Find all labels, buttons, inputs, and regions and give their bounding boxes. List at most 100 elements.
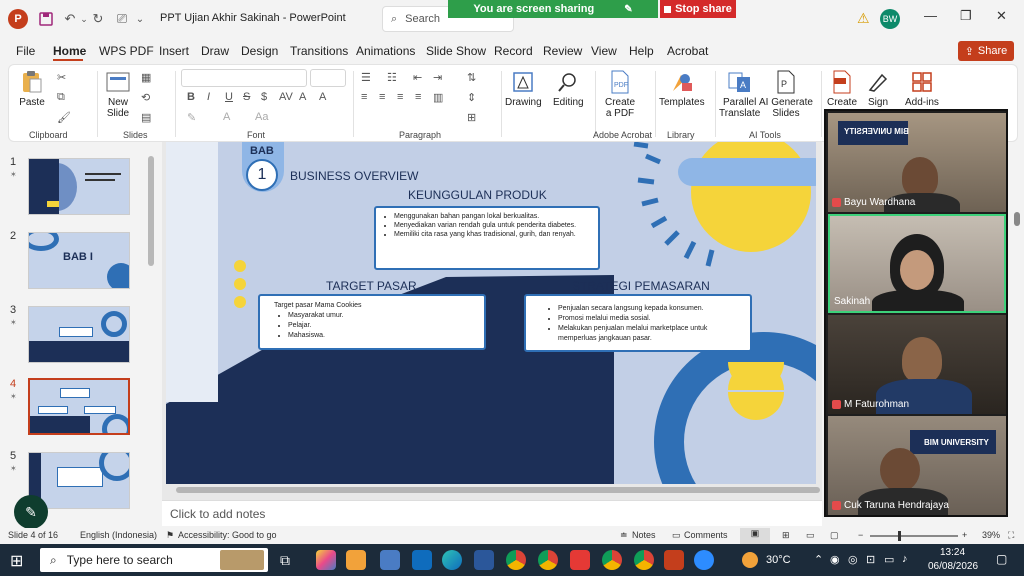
user-avatar[interactable]: BW (880, 9, 900, 29)
addins-button[interactable]: Add-ins (905, 69, 939, 108)
notes-button[interactable]: Notes (632, 530, 656, 540)
paste-button[interactable]: Paste (19, 69, 45, 108)
horizontal-scrollbar[interactable] (176, 487, 820, 493)
numbering-icon[interactable]: ☷ (387, 71, 397, 84)
temperature[interactable]: 30°C (766, 554, 791, 566)
align-center-icon[interactable]: ≡ (379, 91, 385, 103)
zoom-level[interactable]: 39% (982, 530, 1000, 540)
templates-button[interactable]: Templates (659, 69, 705, 108)
slideshow-view-icon[interactable]: ▢ (830, 530, 839, 541)
strikethrough-icon[interactable]: S (243, 91, 250, 103)
bullets-icon[interactable]: ☰ (361, 71, 371, 84)
reading-view-icon[interactable]: ▭ (806, 530, 815, 541)
save-icon[interactable] (36, 9, 56, 29)
participant-tile[interactable]: BIM UNIVERSITY Cuk Taruna Hendrajaya (828, 416, 1006, 515)
outlook-icon[interactable] (412, 550, 432, 570)
font-size-dropdown[interactable] (310, 69, 346, 87)
align-right-icon[interactable]: ≡ (397, 91, 403, 103)
decrease-font-icon[interactable]: A (319, 91, 326, 103)
weather-icon[interactable] (742, 552, 758, 568)
chrome-icon[interactable] (602, 550, 622, 570)
align-left-icon[interactable]: ≡ (361, 91, 367, 103)
sign-button[interactable]: Sign (865, 69, 891, 108)
minimize-icon[interactable]: — (924, 8, 937, 23)
thumbnail-scrollbar[interactable] (148, 156, 154, 266)
drawing-button[interactable]: Drawing (505, 69, 542, 108)
change-case-icon[interactable]: Aa (255, 111, 268, 123)
tab-draw[interactable]: Draw (201, 44, 229, 58)
participant-tile[interactable]: M Faturohman (828, 315, 1006, 414)
reset-icon[interactable]: ⟲ (141, 91, 150, 104)
warning-icon[interactable]: ⚠ (857, 10, 870, 27)
tab-review[interactable]: Review (543, 44, 582, 58)
chrome-icon[interactable] (634, 550, 654, 570)
format-painter-icon[interactable]: 🖌 (57, 111, 71, 124)
create-button[interactable]: Create (827, 69, 857, 108)
chrome-icon[interactable] (506, 550, 526, 570)
ai-generate-slides-button[interactable]: P AI Generate Slides (759, 69, 813, 119)
zoom-slider[interactable] (870, 535, 958, 537)
underline-icon[interactable]: U (225, 91, 233, 103)
bold-icon[interactable]: B (187, 91, 195, 103)
task-view-icon[interactable]: ⧉ (280, 552, 290, 569)
main-slide[interactable]: BAB 1 BUSINESS OVERVIEW KEUNGGULAN PRODU… (166, 142, 816, 484)
italic-icon[interactable]: I (207, 91, 210, 103)
char-spacing-icon[interactable]: AV (279, 91, 293, 103)
shadow-icon[interactable]: $ (261, 91, 267, 103)
align-text-icon[interactable]: ⇕ (467, 91, 476, 104)
font-color-icon[interactable]: A (223, 111, 230, 123)
slide-sorter-icon[interactable]: ⊞ (782, 530, 790, 541)
store-icon[interactable] (380, 550, 400, 570)
share-button[interactable]: ⇪ Share (958, 41, 1014, 61)
slide-thumbnail-1[interactable] (28, 158, 130, 215)
windows-start-icon[interactable]: ⊞ (10, 551, 23, 571)
cut-icon[interactable]: ✂ (57, 71, 66, 84)
text-direction-icon[interactable]: ⇅ (467, 71, 476, 84)
zoom-slider-thumb[interactable] (898, 531, 901, 541)
notes-pane[interactable]: Click to add notes (162, 500, 822, 526)
slide-thumbnail-3[interactable] (28, 306, 130, 363)
chrome-icon[interactable] (538, 550, 558, 570)
slide-thumbnail-4[interactable] (28, 378, 130, 435)
tab-wps-pdf[interactable]: WPS PDF (99, 44, 154, 58)
tab-acrobat[interactable]: Acrobat (667, 44, 708, 58)
tab-record[interactable]: Record (494, 44, 533, 58)
clock-date[interactable]: 06/08/2026 (928, 561, 978, 572)
clock-time[interactable]: 13:24 (940, 547, 965, 558)
strategi-box[interactable]: Penjualan secara langsung kepada konsume… (524, 294, 752, 352)
decrease-indent-icon[interactable]: ⇤ (413, 71, 422, 84)
accessibility-status[interactable]: Accessibility: Good to go (178, 530, 277, 540)
presenter-icon[interactable]: ⎚ (112, 9, 132, 29)
layout-icon[interactable]: ▦ (141, 71, 151, 84)
tray-app-icon[interactable]: ⊡ (866, 553, 875, 566)
speaker-icon[interactable]: ♪ (902, 553, 908, 565)
close-icon[interactable]: ✕ (996, 8, 1007, 24)
copy-icon[interactable]: ⧉ (57, 91, 65, 104)
create-pdf-button[interactable]: PDF Create a PDF (605, 69, 635, 119)
keunggulan-box[interactable]: Menggunakan bahan pangan lokal berkualit… (374, 206, 600, 270)
increase-font-icon[interactable]: A (299, 91, 306, 103)
tab-help[interactable]: Help (629, 44, 654, 58)
normal-view-icon[interactable]: ▣ (740, 528, 770, 544)
zoom-icon[interactable] (694, 550, 714, 570)
stop-share-button[interactable]: Stop share (660, 0, 736, 18)
restore-icon[interactable]: ❐ (960, 8, 972, 24)
redo-icon[interactable]: ↻ (88, 9, 108, 29)
tab-transitions[interactable]: Transitions (290, 44, 348, 58)
tab-file[interactable]: File (16, 44, 35, 58)
language-indicator[interactable]: English (Indonesia) (80, 530, 157, 540)
tab-view[interactable]: View (591, 44, 617, 58)
pen-tool-button[interactable]: ✎ (14, 495, 48, 529)
tray-overflow-icon[interactable]: ⌃ (814, 553, 823, 566)
participant-tile[interactable]: BIM UNIVERSITY Bayu Wardhana (828, 113, 1006, 212)
increase-indent-icon[interactable]: ⇥ (433, 71, 442, 84)
justify-icon[interactable]: ≡ (415, 91, 421, 103)
smartart-icon[interactable]: ⊞ (467, 111, 476, 124)
notifications-icon[interactable]: ▢ (996, 552, 1007, 566)
edge-icon[interactable] (442, 550, 462, 570)
highlight-icon[interactable]: ✎ (187, 111, 196, 124)
slide-thumbnail-2[interactable]: BAB I (28, 232, 130, 289)
tab-animations[interactable]: Animations (356, 44, 415, 58)
customize-toolbar-icon[interactable]: ⌄ (130, 9, 150, 29)
font-family-dropdown[interactable] (181, 69, 307, 87)
